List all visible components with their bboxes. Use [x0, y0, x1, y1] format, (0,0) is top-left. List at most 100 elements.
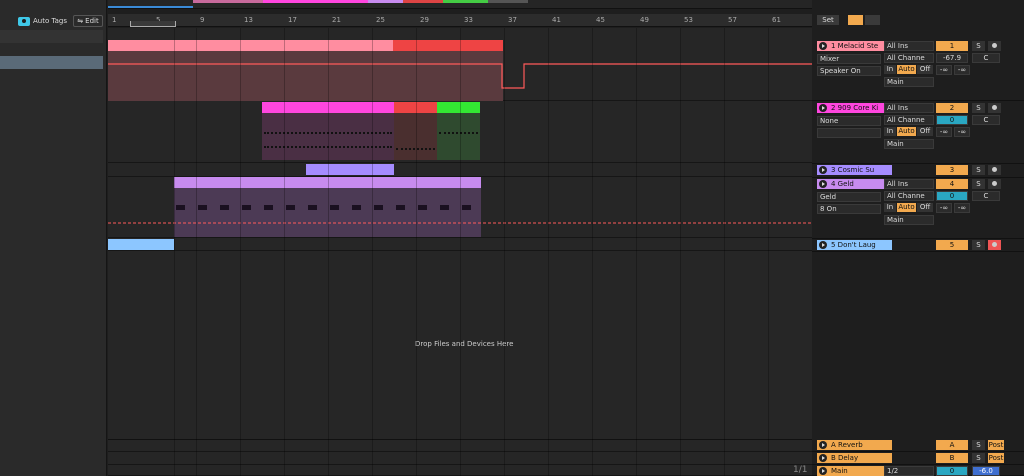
device-chooser[interactable]: None	[817, 116, 881, 126]
lock-icon[interactable]	[865, 15, 880, 25]
solo-button[interactable]: S	[972, 240, 985, 250]
monitor-off[interactable]: Off	[917, 127, 933, 136]
fold-icon[interactable]	[819, 241, 827, 249]
master-output[interactable]: 1/2	[884, 466, 934, 476]
send-b-value[interactable]: -∞	[954, 127, 970, 137]
auto-tags-toggle[interactable]: Auto Tags	[18, 15, 67, 27]
parameter-chooser[interactable]: 8 On	[817, 204, 881, 214]
arm-button[interactable]	[988, 179, 1001, 189]
input-type[interactable]: All Ins	[884, 41, 934, 51]
fold-icon[interactable]	[819, 467, 827, 475]
ruler-bar-label: 49	[640, 16, 649, 24]
arm-button[interactable]	[988, 103, 1001, 113]
browser-row[interactable]	[0, 30, 103, 43]
input-type[interactable]: All Ins	[884, 103, 934, 113]
track-title-2[interactable]: 2 909 Core Ki	[817, 103, 892, 113]
monitor-auto[interactable]: Auto	[897, 65, 916, 74]
monitor-auto[interactable]: Auto	[897, 203, 916, 212]
fold-icon[interactable]	[819, 454, 827, 462]
fold-icon[interactable]	[819, 441, 827, 449]
monitor-auto[interactable]: Auto	[897, 127, 916, 136]
send-a-value[interactable]: -∞	[936, 127, 952, 137]
track-title-3[interactable]: 3 Cosmic Su	[817, 165, 892, 175]
monitor-in[interactable]: In	[884, 65, 896, 74]
output-type[interactable]: Main	[884, 215, 934, 225]
volume-value[interactable]: -67.9	[936, 53, 968, 63]
volume-value[interactable]: 0	[936, 115, 968, 125]
follow-toggle[interactable]	[848, 15, 863, 25]
send-b-value[interactable]: -∞	[954, 65, 970, 75]
post-toggle[interactable]: Post	[988, 453, 1004, 463]
return-activator[interactable]: A	[936, 440, 968, 450]
beat-time-ruler[interactable]: 1 5 9 13 17 21 25 29 33 37 41 45 49 53 5…	[108, 14, 812, 27]
arrangement-view[interactable]: Drop Files and Devices Here	[108, 28, 812, 476]
input-channel[interactable]: All Channe	[884, 115, 934, 125]
track-header-3[interactable]: 3 Cosmic Su 3 S	[812, 164, 1024, 178]
send-a-value[interactable]: -∞	[936, 203, 952, 213]
arm-button[interactable]	[988, 165, 1001, 175]
device-chooser[interactable]: Geld	[817, 192, 881, 202]
browser-row-selected[interactable]	[0, 56, 103, 69]
input-channel[interactable]: All Channe	[884, 53, 934, 63]
browser-toolbar: Auto Tags ⇋ Edit	[0, 13, 107, 29]
solo-button[interactable]: S	[972, 440, 985, 450]
set-button[interactable]: Set	[817, 15, 839, 25]
master-header[interactable]: Main 1/2 0 -6.0	[812, 465, 1024, 476]
pan-value[interactable]: C	[972, 53, 1000, 63]
fold-icon[interactable]	[819, 180, 827, 188]
pan-value[interactable]: C	[972, 115, 1000, 125]
arm-button[interactable]	[988, 240, 1001, 250]
fold-icon[interactable]	[819, 104, 827, 112]
volume-value[interactable]: 0	[936, 191, 968, 201]
return-activator[interactable]: B	[936, 453, 968, 463]
input-channel[interactable]: All Channe	[884, 191, 934, 201]
return-title-a[interactable]: A Reverb	[817, 440, 892, 450]
track-header-5[interactable]: 5 Don't Laug 5 S	[812, 239, 1024, 252]
solo-button[interactable]: S	[972, 165, 985, 175]
solo-button[interactable]: S	[972, 103, 985, 113]
post-toggle[interactable]: Post	[988, 440, 1004, 450]
track-title-1[interactable]: 1 Melacid Ste	[817, 41, 892, 51]
device-chooser[interactable]: Mixer	[817, 54, 881, 64]
output-type[interactable]: Main	[884, 77, 934, 87]
return-header-a[interactable]: A Reverb A S Post	[812, 439, 1024, 452]
master-cue[interactable]: 0	[936, 466, 968, 476]
fold-icon[interactable]	[819, 166, 827, 174]
output-type[interactable]: Main	[884, 139, 934, 149]
send-b-value[interactable]: -∞	[954, 203, 970, 213]
fold-icon[interactable]	[819, 42, 827, 50]
track-activator[interactable]: 5	[936, 240, 968, 250]
track-activator[interactable]: 1	[936, 41, 968, 51]
arrangement-overview[interactable]	[108, 0, 812, 9]
clip[interactable]	[437, 102, 480, 160]
send-a-value[interactable]: -∞	[936, 65, 952, 75]
solo-button[interactable]: S	[972, 453, 985, 463]
monitor-in[interactable]: In	[884, 203, 896, 212]
track-activator[interactable]: 4	[936, 179, 968, 189]
track-header-1[interactable]: 1 Melacid Ste Mixer Speaker On All Ins A…	[812, 40, 1024, 101]
track-header-2[interactable]: 2 909 Core Ki None All Ins All Channe In…	[812, 102, 1024, 164]
track-activator[interactable]: 3	[936, 165, 968, 175]
return-header-b[interactable]: B Delay B S Post	[812, 452, 1024, 465]
parameter-chooser[interactable]	[817, 128, 881, 138]
clip[interactable]	[108, 239, 174, 250]
parameter-chooser[interactable]: Speaker On	[817, 66, 881, 76]
clip[interactable]	[306, 164, 394, 175]
loop-brace[interactable]	[130, 21, 176, 27]
master-title[interactable]: Main	[817, 466, 892, 476]
monitor-off[interactable]: Off	[917, 203, 933, 212]
monitor-off[interactable]: Off	[917, 65, 933, 74]
track-title-4[interactable]: 4 Geld	[817, 179, 892, 189]
monitor-in[interactable]: In	[884, 127, 896, 136]
input-type[interactable]: All Ins	[884, 179, 934, 189]
track-title-5[interactable]: 5 Don't Laug	[817, 240, 892, 250]
master-volume[interactable]: -6.0	[972, 466, 1000, 476]
solo-button[interactable]: S	[972, 179, 985, 189]
solo-button[interactable]: S	[972, 41, 985, 51]
return-title-b[interactable]: B Delay	[817, 453, 892, 463]
edit-button[interactable]: ⇋ Edit	[73, 15, 103, 27]
track-header-4[interactable]: 4 Geld Geld 8 On All Ins All Channe In A…	[812, 178, 1024, 239]
arm-button[interactable]	[988, 41, 1001, 51]
track-activator[interactable]: 2	[936, 103, 968, 113]
pan-value[interactable]: C	[972, 191, 1000, 201]
